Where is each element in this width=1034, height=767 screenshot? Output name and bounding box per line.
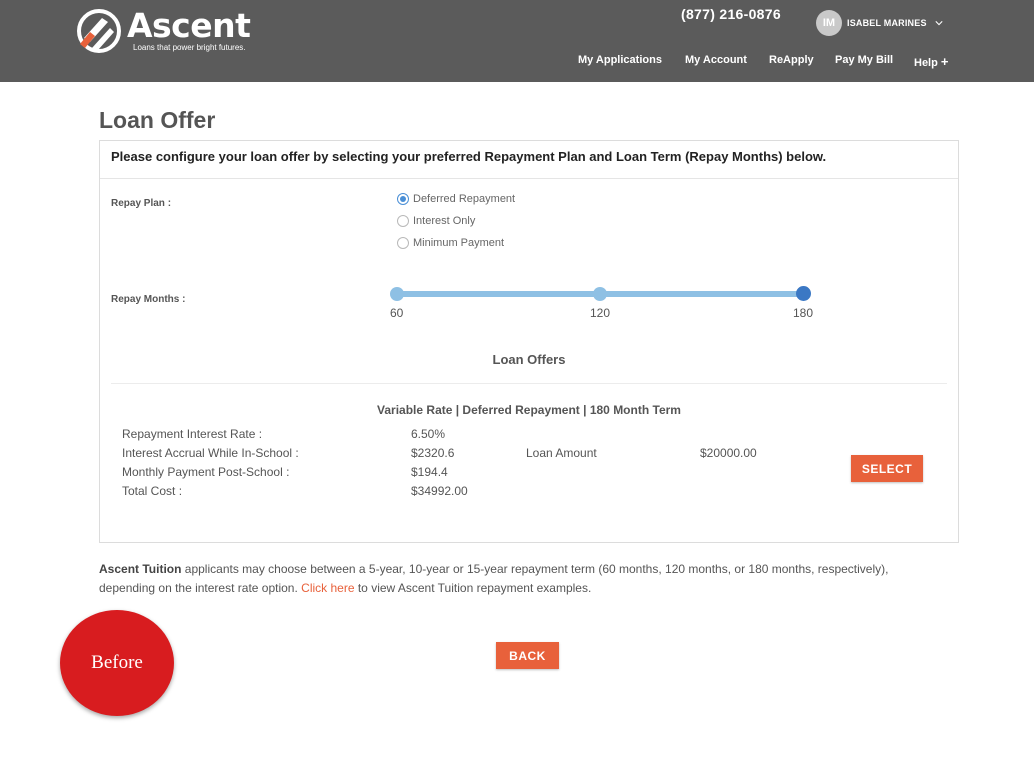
interest-rate-value: 6.50% [411, 427, 446, 441]
nav-my-applications[interactable]: My Applications [578, 54, 662, 66]
nav-help[interactable]: Help + [914, 54, 949, 69]
radio-deferred-repayment[interactable]: Deferred Repayment [397, 193, 515, 205]
interest-accrual-value: $2320.6 [411, 446, 455, 460]
user-name: ISABEL MARINES [847, 18, 927, 28]
total-cost-value: $34992.00 [411, 484, 468, 498]
slider-tick-180: 180 [793, 306, 814, 320]
loan-offer-card: Please configure your loan offer by sele… [99, 140, 959, 543]
logo-name: Ascent [127, 6, 251, 45]
repayment-note: Ascent Tuition applicants may choose bet… [99, 560, 939, 598]
radio-button-checked[interactable] [397, 193, 409, 205]
plus-icon: + [940, 54, 949, 69]
back-button[interactable]: BACK [496, 642, 559, 669]
slider-tick-120: 120 [590, 306, 611, 320]
slider-stop-120[interactable] [593, 287, 607, 301]
monthly-payment-value: $194.4 [411, 465, 448, 479]
radio-minimum-payment[interactable]: Minimum Payment [397, 237, 504, 249]
logo-tagline: Loans that power bright futures. [133, 43, 246, 52]
radio-button[interactable] [397, 237, 409, 249]
interest-rate-label: Repayment Interest Rate : [122, 427, 263, 441]
loan-amount-label: Loan Amount [526, 446, 597, 460]
divider [111, 383, 947, 384]
site-header: Ascent Loans that power bright futures. … [0, 0, 1034, 82]
instruction-text: Please configure your loan offer by sele… [100, 141, 958, 179]
radio-label: Minimum Payment [413, 237, 505, 249]
page-title: Loan Offer [99, 107, 216, 133]
nav-help-label: Help [914, 57, 938, 69]
repay-plan-label: Repay Plan : [111, 198, 172, 209]
slider-handle[interactable] [796, 286, 811, 301]
select-button[interactable]: SELECT [851, 455, 923, 482]
radio-button[interactable] [397, 215, 409, 227]
nav-reapply[interactable]: ReApply [769, 54, 814, 66]
offer-heading: Variable Rate | Deferred Repayment | 180… [377, 403, 681, 417]
radio-label: Deferred Repayment [413, 193, 516, 205]
slider-stop-60[interactable] [390, 287, 404, 301]
avatar: IM [816, 10, 842, 36]
loan-offers-title: Loan Offers [492, 352, 566, 367]
phone-number[interactable]: (877) 216-0876 [681, 6, 781, 22]
note-text-after: to view Ascent Tuition repayment example… [354, 581, 592, 595]
total-cost-label: Total Cost : [122, 484, 183, 498]
loan-amount-value: $20000.00 [700, 446, 757, 460]
nav-pay-my-bill[interactable]: Pay My Bill [835, 54, 893, 66]
monthly-payment-label: Monthly Payment Post-School : [122, 465, 290, 479]
before-badge: Before [60, 610, 174, 716]
note-brand: Ascent Tuition [99, 562, 182, 576]
slider-tick-60: 60 [390, 306, 404, 320]
nav-my-account[interactable]: My Account [685, 54, 747, 66]
interest-accrual-label: Interest Accrual While In-School : [122, 446, 299, 460]
radio-interest-only[interactable]: Interest Only [397, 215, 475, 227]
ascent-logo[interactable]: Ascent Loans that power bright futures. [76, 6, 266, 58]
repay-months-label: Repay Months : [111, 294, 186, 305]
click-here-link[interactable]: Click here [301, 581, 354, 595]
ascent-logo-icon [77, 9, 121, 53]
radio-label: Interest Only [413, 215, 476, 227]
chevron-down-icon [935, 21, 943, 26]
user-menu[interactable]: IM ISABEL MARINES [816, 10, 943, 36]
